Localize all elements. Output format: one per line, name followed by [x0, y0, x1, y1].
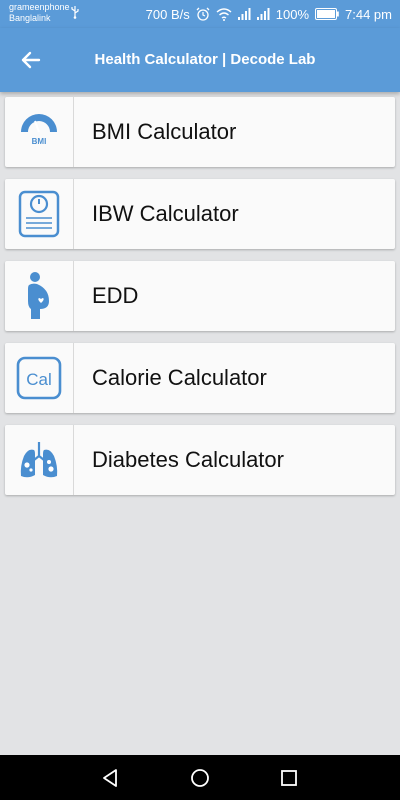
nav-back-icon[interactable] [98, 766, 122, 790]
menu-item-calorie[interactable]: Cal Calorie Calculator [5, 343, 395, 413]
menu-item-label: EDD [92, 283, 139, 308]
alarm-icon [196, 7, 210, 21]
menu-item-diabetes[interactable]: Diabetes Calculator [5, 425, 395, 495]
carrier-info: grameenphone Banglalink [9, 2, 70, 24]
page-title: Health Calculator | Decode Lab [94, 51, 316, 68]
usb-icon [71, 6, 79, 19]
svg-text:BMI: BMI [32, 137, 47, 146]
calculator-list: BMI BMI Calculator IBW Calculator EDD Ca… [5, 97, 395, 507]
menu-item-label: Calorie Calculator [92, 365, 267, 390]
status-indicators: 700 B/s 100% 7:44 pm [146, 0, 392, 28]
calorie-icon: Cal [16, 356, 62, 400]
battery-icon [315, 8, 339, 20]
system-nav-bar [0, 755, 400, 800]
menu-item-edd[interactable]: EDD [5, 261, 395, 331]
signal-icon-secondary [256, 8, 270, 20]
bmi-gauge-icon: BMI [21, 114, 57, 146]
svg-text:Cal: Cal [26, 370, 52, 389]
network-speed: 700 B/s [145, 6, 190, 22]
weighing-scale-icon [18, 190, 60, 238]
carrier-primary: grameenphone [9, 2, 70, 12]
wifi-icon [216, 7, 232, 21]
signal-icon [237, 8, 251, 20]
menu-item-label: IBW Calculator [92, 201, 239, 226]
menu-item-ibw[interactable]: IBW Calculator [5, 179, 395, 249]
pregnant-woman-icon [28, 272, 49, 319]
status-bar: grameenphone Banglalink 700 B/s 100% 7:4… [0, 0, 400, 28]
app-bar: Health Calculator | Decode Lab [0, 28, 400, 92]
menu-item-label: Diabetes Calculator [92, 447, 284, 472]
battery-percent: 100% [275, 6, 310, 22]
carrier-secondary: Banglalink [9, 13, 51, 23]
clock: 7:44 pm [345, 6, 392, 22]
menu-item-bmi[interactable]: BMI BMI Calculator [5, 97, 395, 167]
nav-home-icon[interactable] [188, 766, 212, 790]
nav-recents-icon[interactable] [277, 766, 301, 790]
menu-item-label: BMI Calculator [92, 119, 237, 144]
lungs-icon [20, 442, 58, 478]
